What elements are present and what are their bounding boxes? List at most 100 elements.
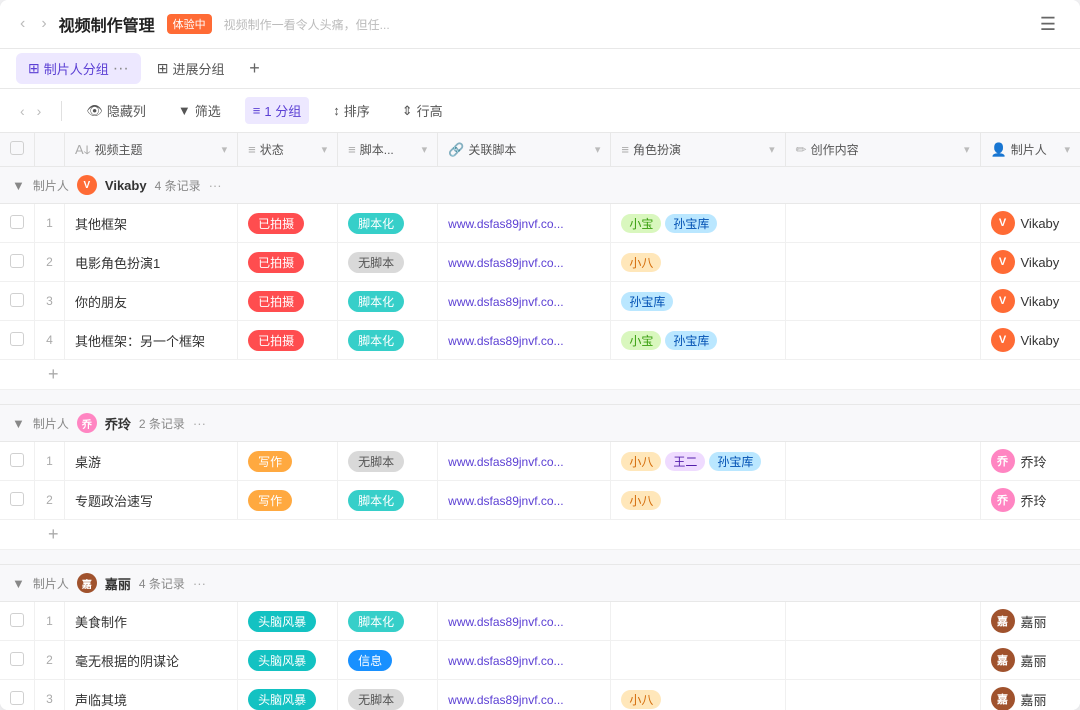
row-producer[interactable]: 嘉 嘉丽 bbox=[980, 680, 1080, 710]
th-content-filter[interactable]: ▾ bbox=[964, 143, 970, 156]
row-roles[interactable]: 小八 bbox=[611, 243, 785, 282]
row-roles[interactable]: 小宝孙宝库 bbox=[611, 321, 785, 360]
link-anchor[interactable]: www.dsfas89jnvf.co... bbox=[448, 615, 563, 629]
row-checkbox[interactable] bbox=[10, 652, 24, 666]
th-status-filter[interactable]: ▾ bbox=[322, 143, 328, 156]
row-status[interactable]: 写作 bbox=[238, 481, 338, 520]
menu-button[interactable]: ☰ bbox=[1032, 8, 1064, 40]
tab-add-button[interactable]: + bbox=[240, 55, 268, 83]
row-checkbox[interactable] bbox=[10, 254, 24, 268]
link-anchor[interactable]: www.dsfas89jnvf.co... bbox=[448, 217, 563, 231]
row-producer[interactable]: 乔 乔玲 bbox=[980, 442, 1080, 481]
row-producer[interactable]: V Vikaby bbox=[980, 204, 1080, 243]
row-content[interactable] bbox=[785, 680, 980, 710]
row-content[interactable] bbox=[785, 321, 980, 360]
row-roles[interactable]: 孙宝库 bbox=[611, 282, 785, 321]
row-script[interactable]: 脚本化 bbox=[338, 204, 438, 243]
row-link[interactable]: www.dsfas89jnvf.co... bbox=[438, 321, 611, 360]
row-title[interactable]: 声临其境 bbox=[65, 680, 238, 710]
row-link[interactable]: www.dsfas89jnvf.co... bbox=[438, 204, 611, 243]
th-script[interactable]: ≡ 脚本... ▾ bbox=[338, 133, 438, 167]
row-content[interactable] bbox=[785, 481, 980, 520]
row-title[interactable]: 电影角色扮演1 bbox=[65, 243, 238, 282]
row-producer[interactable]: V Vikaby bbox=[980, 243, 1080, 282]
link-anchor[interactable]: www.dsfas89jnvf.co... bbox=[448, 334, 563, 348]
row-checkbox[interactable] bbox=[10, 691, 24, 705]
row-title[interactable]: 桌游 bbox=[65, 442, 238, 481]
th-role-filter[interactable]: ▾ bbox=[769, 143, 775, 156]
row-script[interactable]: 脚本化 bbox=[338, 282, 438, 321]
row-content[interactable] bbox=[785, 602, 980, 641]
row-checkbox[interactable] bbox=[10, 613, 24, 627]
row-roles[interactable]: 小八王二孙宝库 bbox=[611, 442, 785, 481]
back-arrow[interactable]: ‹ bbox=[16, 11, 29, 37]
row-status[interactable]: 已拍摄 bbox=[238, 282, 338, 321]
row-height-button[interactable]: ⇕ 行高 bbox=[394, 97, 451, 124]
row-title[interactable]: 其他框架 bbox=[65, 204, 238, 243]
group-expand-icon[interactable]: ▼ bbox=[12, 416, 25, 431]
add-row-cell[interactable]: + bbox=[0, 360, 1080, 390]
group-more[interactable]: ··· bbox=[209, 178, 222, 193]
row-status[interactable]: 写作 bbox=[238, 442, 338, 481]
row-content[interactable] bbox=[785, 641, 980, 680]
row-link[interactable]: www.dsfas89jnvf.co... bbox=[438, 282, 611, 321]
add-row-cell[interactable]: + bbox=[0, 520, 1080, 550]
add-row[interactable]: + bbox=[0, 360, 1080, 390]
row-status[interactable]: 已拍摄 bbox=[238, 243, 338, 282]
tab-producer-group[interactable]: ⊞ 制片人分组 ··· bbox=[16, 53, 141, 84]
row-producer[interactable]: 嘉 嘉丽 bbox=[980, 641, 1080, 680]
tab-progress-group[interactable]: ⊞ 进展分组 bbox=[145, 53, 237, 84]
link-anchor[interactable]: www.dsfas89jnvf.co... bbox=[448, 494, 563, 508]
row-checkbox[interactable] bbox=[10, 293, 24, 307]
hide-col-button[interactable]: 👁 隐藏列 bbox=[78, 97, 154, 124]
row-script[interactable]: 信息 bbox=[338, 641, 438, 680]
row-link[interactable]: www.dsfas89jnvf.co... bbox=[438, 481, 611, 520]
link-anchor[interactable]: www.dsfas89jnvf.co... bbox=[448, 654, 563, 668]
row-script[interactable]: 脚本化 bbox=[338, 481, 438, 520]
row-script[interactable]: 脚本化 bbox=[338, 602, 438, 641]
row-roles[interactable]: 小宝孙宝库 bbox=[611, 204, 785, 243]
th-producer-filter[interactable]: ▾ bbox=[1064, 143, 1070, 156]
row-link[interactable]: www.dsfas89jnvf.co... bbox=[438, 641, 611, 680]
tab-more-1[interactable]: ··· bbox=[113, 60, 129, 78]
row-content[interactable] bbox=[785, 442, 980, 481]
row-producer[interactable]: 乔 乔玲 bbox=[980, 481, 1080, 520]
group-expand-icon[interactable]: ▼ bbox=[12, 576, 25, 591]
row-title[interactable]: 你的朋友 bbox=[65, 282, 238, 321]
group-button[interactable]: ≡ 1 分组 bbox=[245, 97, 309, 124]
row-status[interactable]: 头脑风暴 bbox=[238, 641, 338, 680]
row-script[interactable]: 无脚本 bbox=[338, 442, 438, 481]
row-content[interactable] bbox=[785, 282, 980, 321]
row-producer[interactable]: V Vikaby bbox=[980, 282, 1080, 321]
link-anchor[interactable]: www.dsfas89jnvf.co... bbox=[448, 256, 563, 270]
row-checkbox[interactable] bbox=[10, 453, 24, 467]
sort-button[interactable]: ↕ 排序 bbox=[325, 97, 378, 124]
toolbar-nav-back[interactable]: ‹ bbox=[16, 99, 29, 123]
row-checkbox[interactable] bbox=[10, 332, 24, 346]
row-script[interactable]: 脚本化 bbox=[338, 321, 438, 360]
link-anchor[interactable]: www.dsfas89jnvf.co... bbox=[448, 455, 563, 469]
th-role[interactable]: ≡ 角色扮演 ▾ bbox=[611, 133, 785, 167]
row-title[interactable]: 其他框架：另一个框架 bbox=[65, 321, 238, 360]
row-roles[interactable]: 小八 bbox=[611, 680, 785, 710]
forward-arrow[interactable]: › bbox=[37, 11, 50, 37]
th-content[interactable]: ✏ 创作内容 ▾ bbox=[785, 133, 980, 167]
th-link[interactable]: 🔗 关联脚本 ▾ bbox=[438, 133, 611, 167]
row-script[interactable]: 无脚本 bbox=[338, 680, 438, 710]
row-checkbox[interactable] bbox=[10, 492, 24, 506]
th-link-filter[interactable]: ▾ bbox=[595, 143, 601, 156]
group-more[interactable]: ··· bbox=[193, 416, 206, 431]
th-script-filter[interactable]: ▾ bbox=[422, 143, 428, 156]
link-anchor[interactable]: www.dsfas89jnvf.co... bbox=[448, 693, 563, 707]
th-title[interactable]: Aↆ 视频主题 ▾ bbox=[65, 133, 238, 167]
row-link[interactable]: www.dsfas89jnvf.co... bbox=[438, 243, 611, 282]
th-checkbox[interactable] bbox=[0, 133, 35, 167]
row-roles[interactable]: 小八 bbox=[611, 481, 785, 520]
add-row[interactable]: + bbox=[0, 520, 1080, 550]
row-status[interactable]: 头脑风暴 bbox=[238, 602, 338, 641]
row-link[interactable]: www.dsfas89jnvf.co... bbox=[438, 680, 611, 710]
row-status[interactable]: 已拍摄 bbox=[238, 321, 338, 360]
row-link[interactable]: www.dsfas89jnvf.co... bbox=[438, 442, 611, 481]
group-expand-icon[interactable]: ▼ bbox=[12, 178, 25, 193]
link-anchor[interactable]: www.dsfas89jnvf.co... bbox=[448, 295, 563, 309]
